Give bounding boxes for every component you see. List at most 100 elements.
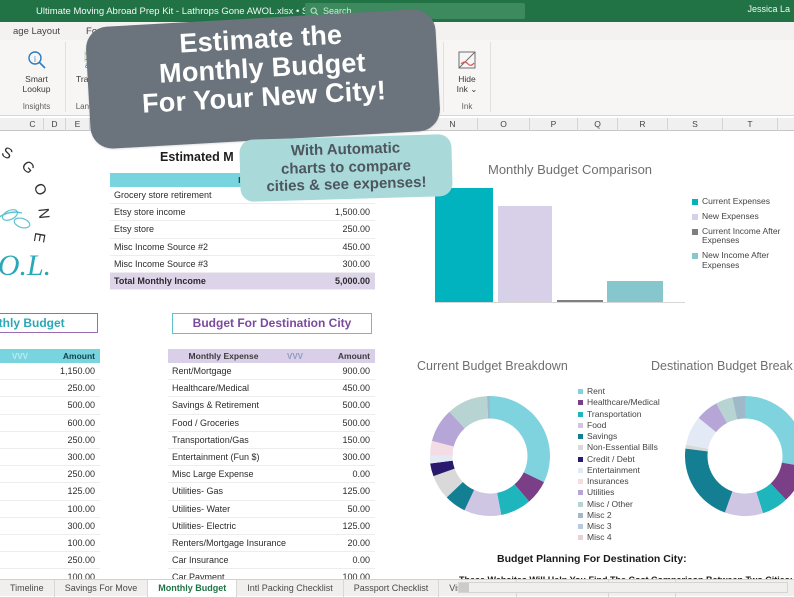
sheet-tab-passport-checklist[interactable]: Passport Checklist (344, 580, 440, 597)
table-row[interactable]: 300.00 (0, 518, 100, 535)
legend-item[interactable]: New Income After Expenses (692, 251, 794, 271)
spreadsheet-canvas[interactable]: S G O N E Α.O.L. Estimated M Income Sour… (0, 131, 794, 579)
legend-swatch (578, 535, 583, 540)
table-row[interactable]: Etsy store income 1,500.00 (110, 204, 375, 221)
legend-item[interactable]: Current Expenses (692, 197, 794, 207)
legend-item[interactable]: Misc 3 (578, 522, 668, 532)
sheet-tab-intl-packing-checklist[interactable]: Intl Packing Checklist (237, 580, 344, 597)
table-row[interactable]: 250.00 (0, 432, 100, 449)
table-row[interactable]: Misc Income Source #2 450.00 (110, 239, 375, 256)
table-row[interactable]: Utilities- Electric125.00 (168, 518, 375, 535)
ribbon-tab-page-layout[interactable]: age Layout (0, 26, 73, 37)
legend-item[interactable]: Current Income After Expenses (692, 227, 794, 247)
hide-ink-label[interactable]: Hide Ink ⌄ (457, 75, 478, 95)
table-row[interactable]: Rent/Mortgage900.00 (168, 363, 375, 380)
table-row[interactable]: Utilities- Gas125.00 (168, 483, 375, 500)
legend-item[interactable]: New Expenses (692, 212, 794, 222)
row-amount: 250.00 (34, 383, 100, 393)
scrollbar-thumb[interactable] (459, 583, 469, 592)
legend-item[interactable]: Savings (578, 432, 668, 442)
table-row[interactable]: Healthcare/Medical450.00 (168, 380, 375, 397)
row-name: Utilities- Water (168, 504, 309, 514)
legend-item[interactable]: Healthcare/Medical (578, 398, 668, 408)
column-header-p[interactable]: P (530, 118, 578, 131)
bar-new-expenses[interactable] (498, 206, 552, 303)
horizontal-scrollbar[interactable] (458, 582, 788, 593)
table-row[interactable]: 100.00 (0, 569, 100, 579)
sheet-tab-monthly-budget[interactable]: Monthly Budget (148, 580, 237, 597)
table-row[interactable]: Savings & Retirement500.00 (168, 397, 375, 414)
legend-item[interactable]: Misc / Other (578, 500, 668, 510)
legend-item[interactable]: Insurances (578, 477, 668, 487)
column-header-c[interactable]: C (22, 118, 44, 131)
legend-item[interactable]: Non-Essential Bills (578, 443, 668, 453)
table-row[interactable]: Renters/Mortgage Insurance20.00 (168, 535, 375, 552)
table-row[interactable]: Car Insurance0.00 (168, 552, 375, 569)
legend-item[interactable]: Food (578, 421, 668, 431)
donut-slices (685, 396, 794, 516)
row-amount: 600.00 (34, 418, 100, 428)
sheet-tab-savings-for-move[interactable]: Savings For Move (55, 580, 149, 597)
table-row[interactable]: 500.00 (0, 397, 100, 414)
legend-item[interactable]: Misc 2 (578, 511, 668, 521)
table-row[interactable]: 300.00 (0, 449, 100, 466)
legend-item[interactable]: Entertainment (578, 466, 668, 476)
hide-ink-icon[interactable] (457, 47, 477, 73)
legend-item[interactable]: Misc 4 (578, 533, 668, 543)
column-header-e[interactable]: E (66, 118, 90, 131)
promo-subline-overlay: With Automatic charts to compare cities … (239, 134, 453, 202)
donut-slices (430, 396, 550, 516)
sheet-tab-timeline[interactable]: Timeline (0, 580, 55, 597)
table-row[interactable]: Entertainment (Fun $)300.00 (168, 449, 375, 466)
smart-lookup-label[interactable]: Smart Lookup (23, 75, 51, 95)
legend-item[interactable]: Rent (578, 387, 668, 397)
table-row[interactable]: 250.00 (0, 466, 100, 483)
bar-current-expenses[interactable] (435, 188, 493, 303)
table-row[interactable]: Car Payment100.00 (168, 569, 375, 579)
legend-item[interactable]: Utilities (578, 488, 668, 498)
table-row[interactable]: e100.00 (0, 535, 100, 552)
row-amount: 500.00 (309, 418, 375, 428)
legend-swatch (578, 457, 583, 462)
column-header-s[interactable]: S (668, 118, 723, 131)
row-amount: 250.00 (34, 469, 100, 479)
slice-rent[interactable] (490, 396, 550, 482)
row-amount: 125.00 (34, 486, 100, 496)
table-row[interactable]: Utilities- Water50.00 (168, 501, 375, 518)
table-row[interactable]: 1,150.00 (0, 363, 100, 380)
column-header-o[interactable]: O (478, 118, 530, 131)
slice-savings[interactable] (685, 449, 732, 513)
table-row[interactable]: Etsy store 250.00 (110, 221, 375, 238)
current-budget-donut-chart[interactable] (415, 381, 565, 531)
user-name[interactable]: Jessica La (747, 4, 790, 14)
table-row-total[interactable]: Total Monthly Income 5,000.00 (110, 273, 375, 290)
bar-new-income-after-expenses[interactable] (607, 281, 663, 303)
table-row[interactable]: Misc Income Source #3 300.00 (110, 256, 375, 273)
column-header-q[interactable]: Q (578, 118, 618, 131)
promo-headline-overlay: Estimate the Monthly Budget For Your New… (85, 8, 441, 149)
table-row[interactable]: 250.00 (0, 552, 100, 569)
column-header-t[interactable]: T (723, 118, 778, 131)
table-row[interactable]: 100.00 (0, 501, 100, 518)
bar-chart-plot[interactable] (435, 181, 685, 303)
legend-item[interactable]: Credit / Debt (578, 455, 668, 465)
table-row[interactable]: 600.00 (0, 415, 100, 432)
table-row[interactable]: Misc Large Expense0.00 (168, 466, 375, 483)
slice-rent[interactable] (745, 396, 794, 467)
income-row-amount: 1,500.00 (309, 207, 375, 217)
legend-label: Misc / Other (587, 500, 633, 510)
table-row[interactable]: 125.00 (0, 483, 100, 500)
smart-lookup-icon[interactable]: i (26, 47, 48, 73)
destination-budget-donut-chart[interactable] (670, 381, 794, 531)
legend-item[interactable]: Transportation (578, 410, 668, 420)
table-row[interactable]: Food / Groceries500.00 (168, 415, 375, 432)
column-header-d[interactable]: D (44, 118, 66, 131)
row-amount: 0.00 (309, 555, 375, 565)
row-amount: 100.00 (34, 504, 100, 514)
legend-swatch (692, 229, 698, 235)
brand-logo: S G O N E Α.O.L. (0, 137, 104, 297)
column-header-r[interactable]: R (618, 118, 668, 131)
table-row[interactable]: Transportation/Gas150.00 (168, 432, 375, 449)
table-row[interactable]: 250.00 (0, 380, 100, 397)
legend-swatch (578, 502, 583, 507)
